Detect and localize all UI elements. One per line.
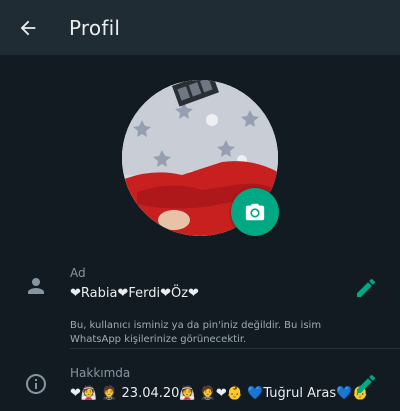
about-label: Hakkımda: [70, 366, 131, 380]
edit-about-pencil-icon[interactable]: [354, 372, 378, 396]
camera-icon: [245, 203, 265, 221]
info-icon: [26, 374, 46, 394]
arrow-left-icon: [20, 20, 35, 35]
about-value: ❤👰 🤵 23.04.20👰 🤵❤👶 💙Tuğrul Aras💙👶: [70, 386, 369, 401]
about-row[interactable]: Hakkımda ❤👰 🤵 23.04.20👰 🤵❤👶 💙Tuğrul Aras…: [0, 366, 400, 411]
name-hint: Bu, kullanıcı isminiz ya da pin'iniz değ…: [70, 320, 322, 345]
app-bar: Profil: [0, 0, 400, 55]
name-label: Ad: [70, 266, 86, 280]
page-title: Profil: [69, 15, 121, 40]
name-value: ❤Rabia❤Ferdi❤Öz❤: [70, 286, 199, 301]
person-icon: [28, 278, 44, 294]
back-button[interactable]: [0, 0, 55, 55]
change-photo-button[interactable]: [231, 188, 279, 236]
profile-photo-container: [122, 80, 279, 236]
name-row[interactable]: Ad ❤Rabia❤Ferdi❤Öz❤ Bu, kullanıcı ismini…: [0, 266, 400, 348]
edit-name-pencil-icon[interactable]: [354, 276, 378, 300]
divider: [70, 348, 400, 349]
